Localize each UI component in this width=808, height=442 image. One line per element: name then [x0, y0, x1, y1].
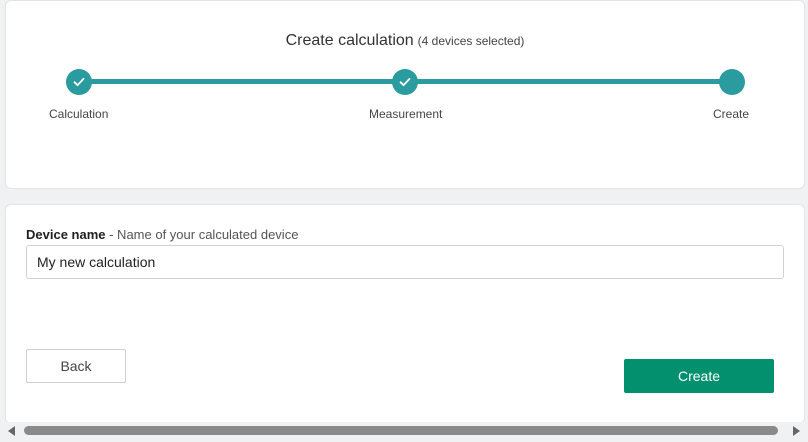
- device-name-label: Device name - Name of your calculated de…: [26, 227, 298, 242]
- create-button[interactable]: Create: [624, 359, 774, 393]
- horizontal-scrollbar[interactable]: [0, 422, 808, 440]
- back-button[interactable]: Back: [26, 349, 126, 383]
- step-calculation[interactable]: [66, 69, 92, 95]
- step-measurement[interactable]: [392, 69, 418, 95]
- form-card: Device name - Name of your calculated de…: [5, 204, 805, 424]
- step-label-measurement: Measurement: [369, 107, 443, 121]
- wizard-subtitle: (4 devices selected): [417, 34, 525, 48]
- device-name-hint: - Name of your calculated device: [105, 227, 299, 242]
- check-icon: [73, 77, 85, 87]
- wizard-card: Create calculation (4 devices selected) C…: [5, 0, 805, 189]
- wizard-title-text: Create calculation: [285, 32, 414, 49]
- scrollbar-thumb[interactable]: [24, 426, 778, 435]
- step-label-calculation: Calculation: [49, 107, 109, 121]
- step-label-create: Create: [713, 107, 750, 121]
- step-create[interactable]: [719, 69, 745, 95]
- wizard-title: Create calculation (4 devices selected): [6, 32, 804, 50]
- scroll-left-arrow-icon[interactable]: [8, 426, 15, 436]
- check-icon: [399, 77, 411, 87]
- scroll-right-arrow-icon[interactable]: [793, 426, 800, 436]
- device-name-input[interactable]: [26, 245, 784, 279]
- device-name-label-text: Device name: [26, 227, 106, 242]
